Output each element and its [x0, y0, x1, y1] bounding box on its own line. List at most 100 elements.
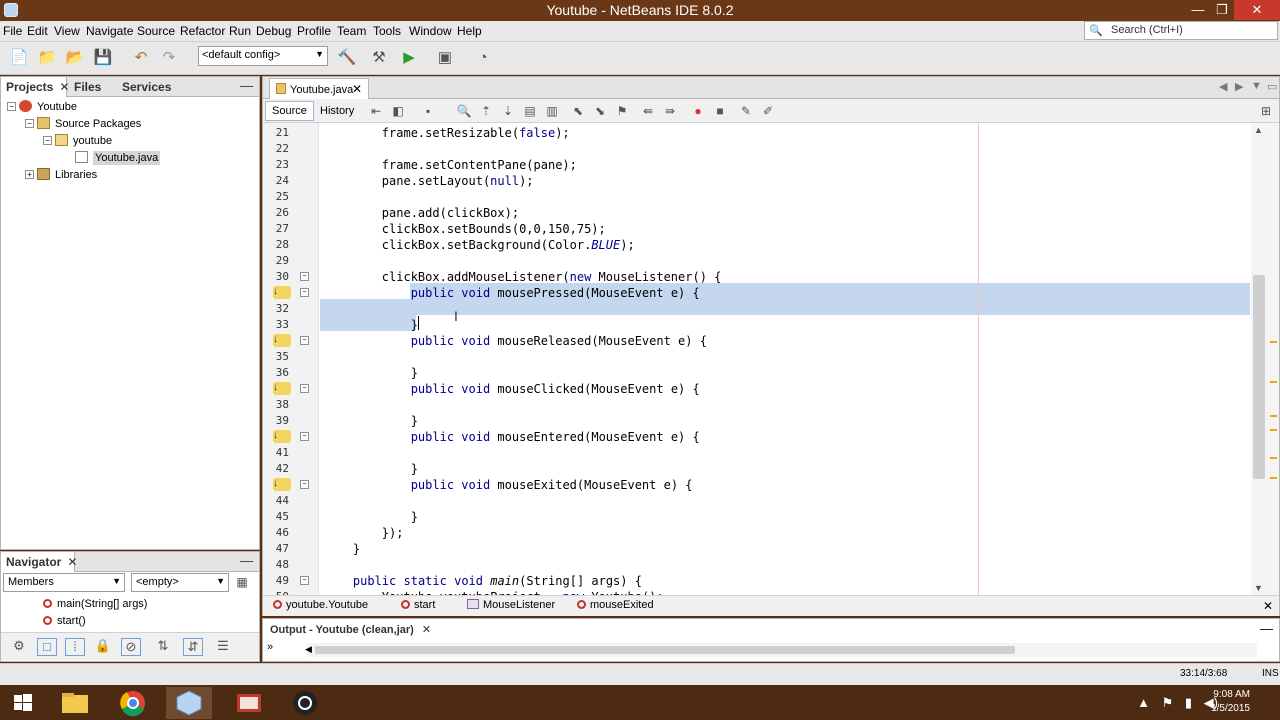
menu-profile[interactable]: Profile — [297, 24, 331, 38]
horizontal-scrollbar[interactable]: ◀ ▶ — [305, 643, 1257, 657]
back-icon[interactable]: ◧ — [389, 102, 407, 120]
run-icon[interactable]: ▶ — [398, 47, 420, 69]
scrollbar-thumb[interactable] — [1253, 275, 1265, 479]
debug-icon[interactable]: ▣ — [434, 47, 456, 69]
profile-icon[interactable]: ◔ — [472, 47, 494, 69]
history-tab-button[interactable]: History — [313, 101, 361, 121]
scroll-down-icon[interactable]: ▼ — [1254, 583, 1263, 593]
taskbar-clock[interactable]: 9:08 AM 1/5/2015 — [1211, 688, 1250, 716]
undo-icon[interactable]: ↶ — [130, 47, 152, 69]
breadcrumb-anon-class[interactable]: MouseListener — [467, 599, 555, 611]
minimize-panel-icon[interactable]: — — [240, 78, 253, 93]
chevron-up-icon[interactable]: ▲ — [1137, 695, 1150, 710]
save-all-icon[interactable]: 💾 — [92, 47, 114, 69]
close-button[interactable]: ✕ — [1234, 0, 1280, 20]
menu-file[interactable]: File — [3, 24, 22, 38]
sort-name-icon[interactable]: ⇅ — [153, 638, 173, 656]
collapse-icon[interactable]: − — [25, 119, 34, 128]
close-icon[interactable]: ✕ — [1263, 599, 1273, 613]
override-marker-icon[interactable]: ↓ — [273, 286, 291, 299]
scroll-tabs-right-icon[interactable]: ▶ — [1235, 80, 1243, 93]
members-filter-select[interactable]: Members ▼ — [3, 573, 125, 592]
menu-refactor[interactable]: Refactor — [180, 24, 225, 38]
navigator-settings-icon[interactable]: ▦ — [233, 573, 251, 591]
warning-marker[interactable] — [1270, 415, 1277, 417]
menu-edit[interactable]: Edit — [27, 24, 48, 38]
show-javadoc-icon[interactable]: ☰ — [213, 638, 233, 656]
find-previous-icon[interactable]: ⇡ — [477, 102, 495, 120]
tab-files[interactable]: Files — [69, 77, 117, 97]
scroll-up-icon[interactable]: ▲ — [1254, 125, 1263, 135]
expand-icon[interactable]: + — [25, 170, 34, 179]
search-input[interactable]: 🔍 Search (Ctrl+I) — [1084, 21, 1278, 40]
navigator-item-main[interactable]: main(String[] args) — [43, 598, 147, 610]
menu-source[interactable]: Source — [137, 24, 175, 38]
new-file-icon[interactable]: 📄 — [8, 47, 30, 69]
tree-node-libraries[interactable]: + Libraries — [25, 168, 97, 185]
uncomment-icon[interactable]: ✐ — [759, 102, 777, 120]
collapse-icon[interactable]: − — [43, 136, 52, 145]
split-editor-icon[interactable]: ⊞ — [1257, 102, 1275, 120]
warning-marker[interactable] — [1270, 457, 1277, 459]
code-fold-icon[interactable]: − — [300, 384, 309, 393]
code-fold-icon[interactable]: − — [300, 576, 309, 585]
redo-icon[interactable]: ↷ — [158, 47, 180, 69]
close-icon[interactable]: ✕ — [67, 555, 77, 569]
last-edit-icon[interactable]: ⇤ — [367, 102, 385, 120]
start-macro-icon[interactable]: ● — [689, 102, 707, 120]
build-icon[interactable]: 🔨 — [336, 47, 358, 69]
menu-tools[interactable]: Tools — [373, 24, 401, 38]
navigator-item-start[interactable]: start() — [43, 615, 86, 627]
close-icon[interactable]: ✕ — [422, 624, 431, 636]
flag-icon[interactable]: ⚑ — [1162, 695, 1174, 710]
toggle-bookmark-icon[interactable]: ⚑ — [613, 102, 631, 120]
toggle-rect-select-icon[interactable]: ▥ — [543, 102, 561, 120]
breadcrumb-method[interactable]: mouseExited — [577, 599, 654, 611]
close-icon[interactable]: ✕ — [352, 82, 362, 96]
code-fold-icon[interactable]: − — [300, 336, 309, 345]
toggle-highlight-icon[interactable]: ▤ — [521, 102, 539, 120]
previous-bookmark-icon[interactable]: ⬉ — [569, 102, 587, 120]
netbeans-taskbar-icon[interactable] — [166, 687, 212, 719]
warning-marker[interactable] — [1270, 429, 1277, 431]
tab-output[interactable]: Output - Youtube (clean,jar) ✕ — [267, 620, 434, 640]
tree-node-java-file[interactable]: Youtube.java — [75, 151, 161, 168]
minimize-panel-icon[interactable]: — — [1260, 621, 1273, 636]
shift-left-icon[interactable]: ⇚ — [639, 102, 657, 120]
new-project-icon[interactable]: 📁 — [36, 47, 58, 69]
tab-navigator[interactable]: Navigator ✕ — [1, 552, 77, 572]
tree-node-project[interactable]: − Youtube — [7, 100, 77, 117]
forward-icon[interactable]: ▪ — [419, 102, 437, 120]
maximize-editor-icon[interactable]: ▭ — [1267, 80, 1277, 93]
find-selection-icon[interactable]: 🔍 — [455, 102, 473, 120]
menu-navigate[interactable]: Navigate — [86, 24, 133, 38]
next-bookmark-icon[interactable]: ⬊ — [591, 102, 609, 120]
maximize-button[interactable]: ❐ — [1208, 0, 1236, 20]
close-icon[interactable]: ✕ — [59, 80, 69, 94]
scope-select[interactable]: <empty> ▼ — [131, 573, 229, 592]
tree-node-source-packages[interactable]: − Source Packages — [25, 117, 141, 134]
menu-view[interactable]: View — [54, 24, 80, 38]
shift-right-icon[interactable]: ⇛ — [661, 102, 679, 120]
menu-team[interactable]: Team — [337, 24, 366, 38]
config-select[interactable]: <default config> ▼ — [198, 46, 328, 66]
file-explorer-icon[interactable] — [52, 687, 98, 719]
menu-run[interactable]: Run — [229, 24, 251, 38]
show-opened-documents-icon[interactable]: ▼ — [1251, 80, 1262, 92]
code-fold-icon[interactable]: − — [300, 272, 309, 281]
collapse-icon[interactable]: − — [7, 102, 16, 111]
tab-youtube-java[interactable]: Youtube.java ✕ — [269, 78, 369, 99]
override-marker-icon[interactable]: ↓ — [273, 478, 291, 491]
tree-node-package[interactable]: − youtube — [43, 134, 112, 151]
filter-inherited-icon[interactable]: 🔒 — [93, 638, 113, 656]
filter-static-icon[interactable]: ⁞ — [65, 638, 85, 656]
override-marker-icon[interactable]: ↓ — [273, 334, 291, 347]
stop-macro-icon[interactable]: ■ — [711, 102, 729, 120]
breadcrumb-method[interactable]: start — [401, 599, 435, 611]
expand-output-icon[interactable]: » — [267, 641, 273, 653]
tab-projects[interactable]: Projects ✕ — [1, 77, 69, 97]
filter-fields-icon[interactable]: ⚙ — [9, 638, 29, 656]
warning-marker[interactable] — [1270, 341, 1277, 343]
menu-help[interactable]: Help — [457, 24, 482, 38]
windows-start-icon[interactable] — [0, 687, 46, 719]
